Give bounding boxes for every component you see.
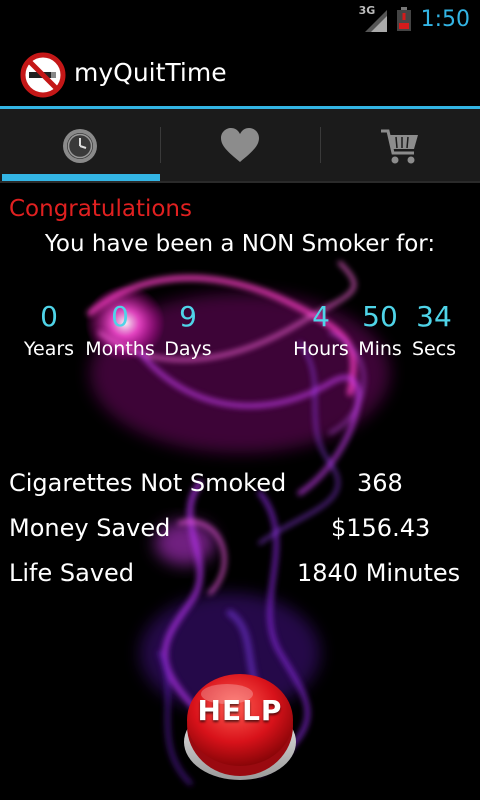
signal-icon: 3G [359, 4, 387, 32]
timer-months-value: 0 [111, 300, 129, 333]
timer-months: 0 Months [84, 301, 156, 361]
timer-secs-value: 34 [416, 300, 452, 333]
money-saved-value: $156.43 [331, 514, 431, 542]
tab-shop[interactable] [320, 109, 480, 182]
help-button[interactable]: HELP [183, 672, 297, 782]
timer-hours: 4 Hours [290, 301, 352, 361]
timer-hours-value: 4 [312, 300, 330, 333]
life-saved-label: Life Saved [9, 559, 135, 587]
congratulations-heading: Congratulations [9, 196, 192, 222]
cigarettes-not-smoked-label: Cigarettes Not Smoked [9, 469, 287, 497]
cart-icon [381, 129, 418, 163]
status-bar: 3G 1:50 [0, 0, 480, 38]
nonsmoker-duration-caption: You have been a NON Smoker for: [44, 231, 436, 257]
timer-mins: 50 Mins [355, 301, 405, 361]
main-content: Congratulations You have been a NON Smok… [0, 183, 480, 800]
heart-icon [221, 127, 259, 162]
battery-icon [396, 7, 411, 31]
timer-days: 9 Days [162, 301, 214, 361]
timer-secs: 34 Secs [409, 301, 459, 361]
selected-tab-indicator [2, 174, 160, 181]
timer-days-value: 9 [179, 300, 197, 333]
no-smoking-icon[interactable] [20, 52, 66, 98]
action-bar: myQuitTime [0, 38, 480, 106]
timer-secs-label: Secs [411, 338, 457, 360]
life-saved-value: 1840 Minutes [297, 559, 461, 587]
help-button-graphic [184, 674, 296, 780]
cigarettes-not-smoked-value: 368 [357, 469, 403, 497]
app-title: myQuitTime [74, 58, 227, 87]
tab-health[interactable] [160, 109, 320, 182]
status-clock: 1:50 [420, 6, 470, 32]
tab-timer[interactable] [0, 109, 160, 182]
clock-icon [63, 128, 97, 163]
money-saved-label: Money Saved [9, 514, 171, 542]
timer-days-label: Days [164, 338, 212, 360]
status-icons: 3G 1:50 [359, 4, 470, 34]
timer-years-label: Years [23, 338, 75, 360]
timer-years: 0 Years [20, 301, 78, 361]
timer-mins-value: 50 [362, 300, 398, 333]
tab-bar [0, 109, 480, 182]
timer-mins-label: Mins [358, 338, 402, 360]
timer-years-value: 0 [40, 300, 58, 333]
timer-months-label: Months [85, 338, 155, 360]
timer-hours-label: Hours [293, 338, 349, 360]
help-button-label: HELP [197, 694, 283, 727]
